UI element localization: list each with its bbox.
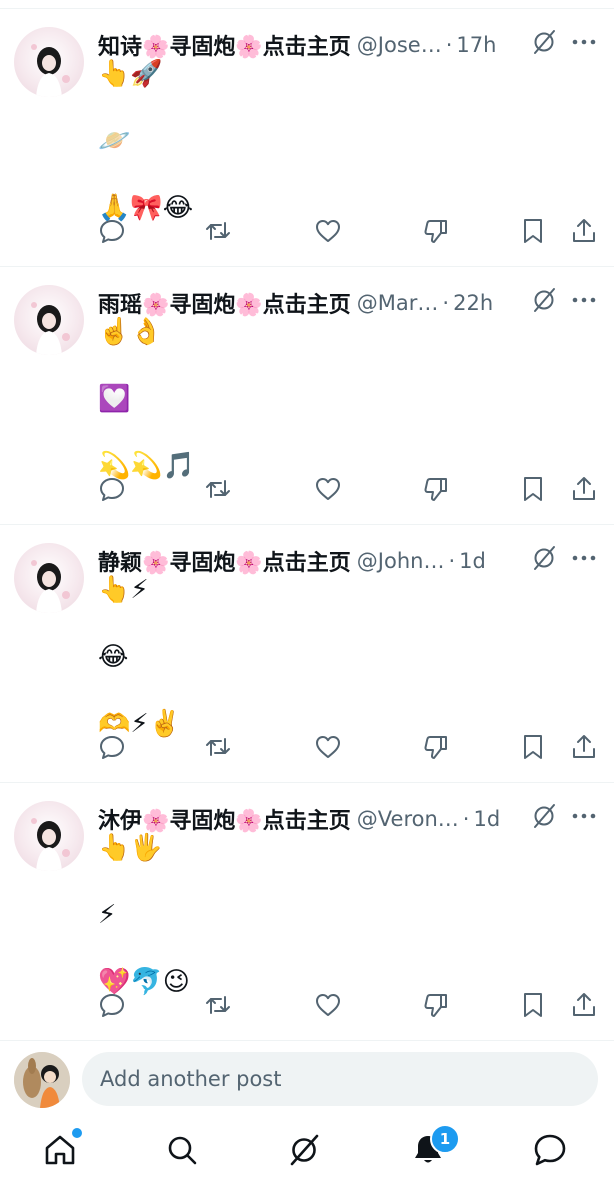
current-user-avatar[interactable] bbox=[14, 1052, 70, 1108]
author-name[interactable]: 雨瑶🌸寻固炮🌸点击主页 bbox=[98, 287, 351, 319]
separator-dot: · bbox=[442, 291, 450, 315]
tab-search[interactable] bbox=[164, 1132, 204, 1172]
post-timestamp[interactable]: 1d bbox=[459, 549, 486, 573]
author-handle[interactable]: @Mar… bbox=[357, 291, 439, 315]
grok-icon[interactable] bbox=[530, 28, 558, 56]
post-text-line: ☝️👌 bbox=[98, 317, 163, 347]
reply-icon[interactable] bbox=[98, 217, 128, 247]
dislike-icon[interactable] bbox=[422, 991, 452, 1021]
more-options-icon[interactable] bbox=[570, 546, 598, 570]
search-icon bbox=[168, 1136, 197, 1165]
separator-dot: · bbox=[448, 549, 456, 573]
post-timestamp[interactable]: 22h bbox=[453, 291, 493, 315]
dislike-icon[interactable] bbox=[422, 733, 452, 763]
bookmark-icon[interactable] bbox=[519, 475, 549, 505]
author-handle[interactable]: @John… bbox=[357, 549, 445, 573]
author-name[interactable]: 沐伊🌸寻固炮🌸点击主页 bbox=[98, 803, 351, 835]
post-timestamp[interactable]: 1d bbox=[473, 807, 500, 831]
reply-composer: Add another post bbox=[0, 1046, 614, 1116]
post-text-line: 🪐 bbox=[98, 126, 131, 156]
post-timestamp[interactable]: 17h bbox=[456, 33, 496, 57]
author-name[interactable]: 静颖🌸寻固炮🌸点击主页 bbox=[98, 545, 351, 577]
share-icon[interactable] bbox=[570, 217, 600, 247]
notifications-badge: 1 bbox=[430, 1124, 460, 1154]
post-actions bbox=[96, 217, 604, 249]
messages-icon bbox=[534, 1134, 566, 1166]
author-avatar[interactable] bbox=[14, 27, 84, 97]
post[interactable]: 雨瑶🌸寻固炮🌸点击主页 @Mar… · 22h ☝️👌 💟 💫💫🎵 bbox=[0, 267, 614, 525]
bookmark-icon[interactable] bbox=[519, 733, 549, 763]
retweet-icon[interactable] bbox=[204, 475, 234, 505]
retweet-icon[interactable] bbox=[204, 991, 234, 1021]
tab-grok[interactable] bbox=[286, 1132, 326, 1172]
post-text-line: 👆🖐 bbox=[98, 833, 163, 863]
author-handle[interactable]: @Veron… bbox=[357, 807, 459, 831]
post[interactable]: 沐伊🌸寻固炮🌸点击主页 @Veron… · 1d 👆🖐 ⚡ 💖🐬😉 bbox=[0, 783, 614, 1041]
post-text-line: 👆🚀 bbox=[98, 59, 163, 89]
home-unread-dot bbox=[70, 1126, 84, 1140]
post-actions bbox=[96, 475, 604, 507]
tab-home[interactable] bbox=[42, 1126, 84, 1172]
more-options-icon[interactable] bbox=[570, 288, 598, 312]
grok-icon[interactable] bbox=[530, 286, 558, 314]
more-options-icon[interactable] bbox=[570, 30, 598, 54]
like-icon[interactable] bbox=[314, 217, 344, 247]
author-name[interactable]: 知诗🌸寻固炮🌸点击主页 bbox=[98, 29, 351, 61]
post[interactable]: 静颖🌸寻固炮🌸点击主页 @John… · 1d 👆⚡ 😂 🫶⚡✌️ bbox=[0, 525, 614, 783]
post-text-line: 👆⚡ bbox=[98, 575, 149, 605]
reply-icon[interactable] bbox=[98, 991, 128, 1021]
separator-dot: · bbox=[445, 33, 453, 57]
dislike-icon[interactable] bbox=[422, 217, 452, 247]
bookmark-icon[interactable] bbox=[519, 217, 549, 247]
post-text-line: 😂 bbox=[98, 642, 129, 672]
more-options-icon[interactable] bbox=[570, 804, 598, 828]
author-avatar[interactable] bbox=[14, 801, 84, 871]
retweet-icon[interactable] bbox=[204, 733, 234, 763]
tab-messages[interactable] bbox=[532, 1132, 572, 1172]
post[interactable]: 知诗🌸寻固炮🌸点击主页 @Jose… · 17h 👆🚀 🪐 🙏🎀😂 bbox=[0, 9, 614, 267]
share-icon[interactable] bbox=[570, 733, 600, 763]
bookmark-icon[interactable] bbox=[519, 991, 549, 1021]
reply-icon[interactable] bbox=[98, 475, 128, 505]
share-icon[interactable] bbox=[570, 475, 600, 505]
tab-notifications[interactable]: 1 bbox=[410, 1124, 460, 1172]
grok-icon[interactable] bbox=[530, 544, 558, 572]
retweet-icon[interactable] bbox=[204, 217, 234, 247]
author-avatar[interactable] bbox=[14, 285, 84, 355]
separator-dot: · bbox=[462, 807, 470, 831]
author-handle[interactable]: @Jose… bbox=[357, 33, 442, 57]
post-feed: 知诗🌸寻固炮🌸点击主页 @Jose… · 17h 👆🚀 🪐 🙏🎀😂 雨瑶🌸寻固炮… bbox=[0, 9, 614, 1041]
like-icon[interactable] bbox=[314, 475, 344, 505]
reply-icon[interactable] bbox=[98, 733, 128, 763]
like-icon[interactable] bbox=[314, 991, 344, 1021]
post-text-line: ⚡ bbox=[98, 900, 117, 930]
grok-icon[interactable] bbox=[530, 802, 558, 830]
post-actions bbox=[96, 991, 604, 1023]
post-text-line: 💟 bbox=[98, 384, 131, 414]
author-avatar[interactable] bbox=[14, 543, 84, 613]
dislike-icon[interactable] bbox=[422, 475, 452, 505]
share-icon[interactable] bbox=[570, 991, 600, 1021]
bottom-tab-bar: 1 bbox=[0, 1124, 614, 1190]
like-icon[interactable] bbox=[314, 733, 344, 763]
post-actions bbox=[96, 733, 604, 765]
add-post-input[interactable]: Add another post bbox=[82, 1052, 598, 1106]
grok-icon bbox=[290, 1134, 319, 1166]
